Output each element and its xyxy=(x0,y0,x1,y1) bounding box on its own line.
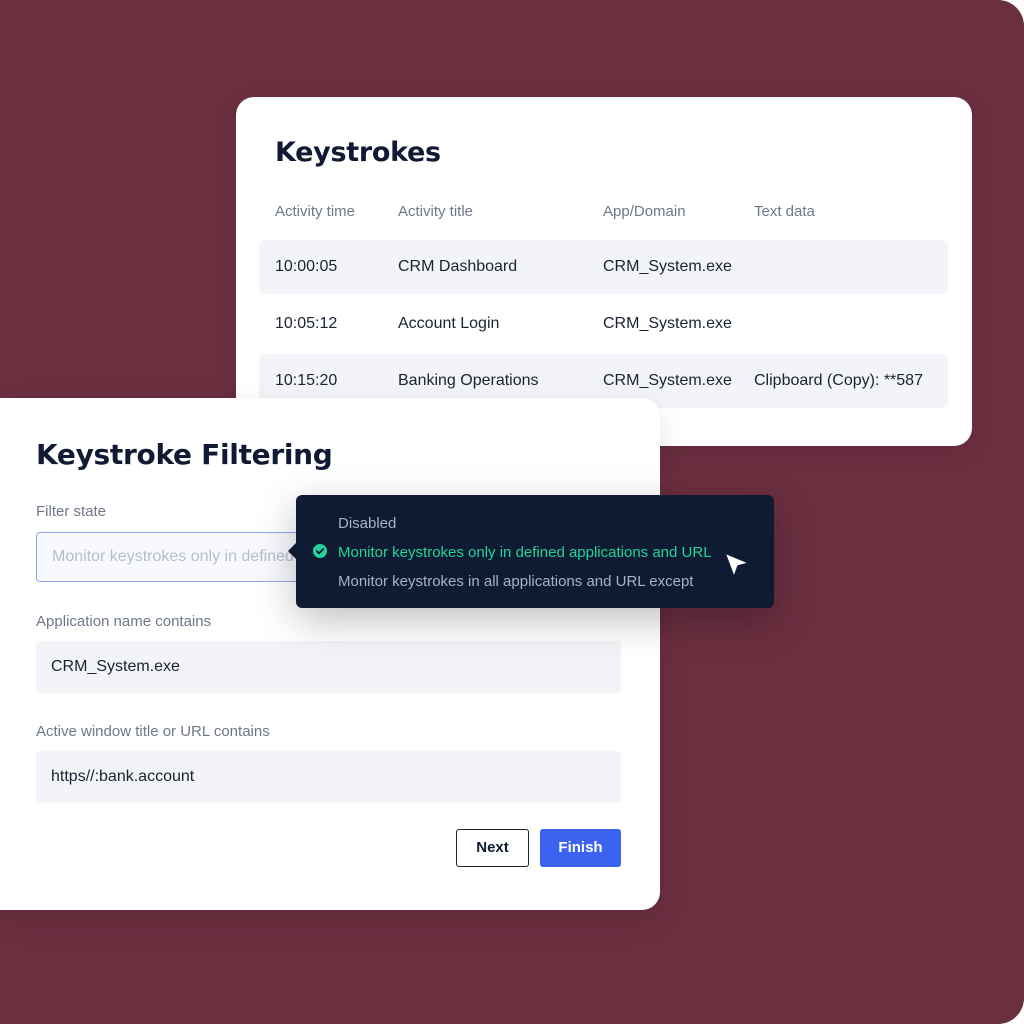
column-header-activity-time: Activity time xyxy=(275,203,356,220)
dropdown-caret xyxy=(288,543,296,559)
cell-text-data: Clipboard (Copy): **587 xyxy=(754,372,923,389)
table-header: Activity time Activity title App/Domain … xyxy=(236,201,972,223)
filter-state-dropdown: Disabled Monitor keystrokes only in defi… xyxy=(288,495,774,608)
keystroke-filtering-card: Keystroke Filtering Filter state Monitor… xyxy=(0,398,660,910)
mouse-pointer-icon xyxy=(722,551,752,581)
next-button[interactable]: Next xyxy=(456,829,529,867)
table-row[interactable]: 10:00:05 CRM Dashboard CRM_System.exe xyxy=(259,240,948,294)
dropdown-option-all-apps-except[interactable]: Monitor keystrokes in all applications a… xyxy=(338,573,693,590)
cell-app-domain: CRM_System.exe xyxy=(603,372,732,389)
filter-state-label: Filter state xyxy=(36,503,107,520)
cell-activity-time: 10:15:20 xyxy=(275,372,338,389)
cell-app-domain: CRM_System.exe xyxy=(603,258,732,275)
cell-activity-title: Banking Operations xyxy=(398,372,539,389)
check-circle-icon xyxy=(313,544,327,558)
cell-activity-time: 10:05:12 xyxy=(275,315,338,332)
dropdown-option-defined-apps[interactable]: Monitor keystrokes only in defined appli… xyxy=(338,544,712,561)
application-name-label: Application name contains xyxy=(36,613,212,630)
keystrokes-card: Keystrokes Activity time Activity title … xyxy=(236,97,972,446)
window-title-value: https//:bank.account xyxy=(51,768,195,785)
column-header-activity-title: Activity title xyxy=(398,203,474,220)
application-name-input[interactable]: CRM_System.exe xyxy=(36,641,621,693)
window-title-input[interactable]: https//:bank.account xyxy=(36,751,621,803)
column-header-text-data: Text data xyxy=(754,203,815,220)
dropdown-option-disabled[interactable]: Disabled xyxy=(338,515,396,532)
cell-activity-title: CRM Dashboard xyxy=(398,258,518,275)
window-title-label: Active window title or URL contains xyxy=(36,723,270,740)
table-row[interactable]: 10:05:12 Account Login CRM_System.exe xyxy=(259,297,948,351)
cell-app-domain: CRM_System.exe xyxy=(603,315,732,332)
finish-button[interactable]: Finish xyxy=(540,829,621,867)
keystroke-filtering-title: Keystroke Filtering xyxy=(36,438,333,471)
column-header-app-domain: App/Domain xyxy=(603,203,686,220)
stage: Keystrokes Activity time Activity title … xyxy=(0,0,1024,1024)
cell-activity-time: 10:00:05 xyxy=(275,258,338,275)
keystrokes-title: Keystrokes xyxy=(275,137,441,168)
cell-activity-title: Account Login xyxy=(398,315,500,332)
application-name-value: CRM_System.exe xyxy=(51,658,180,675)
